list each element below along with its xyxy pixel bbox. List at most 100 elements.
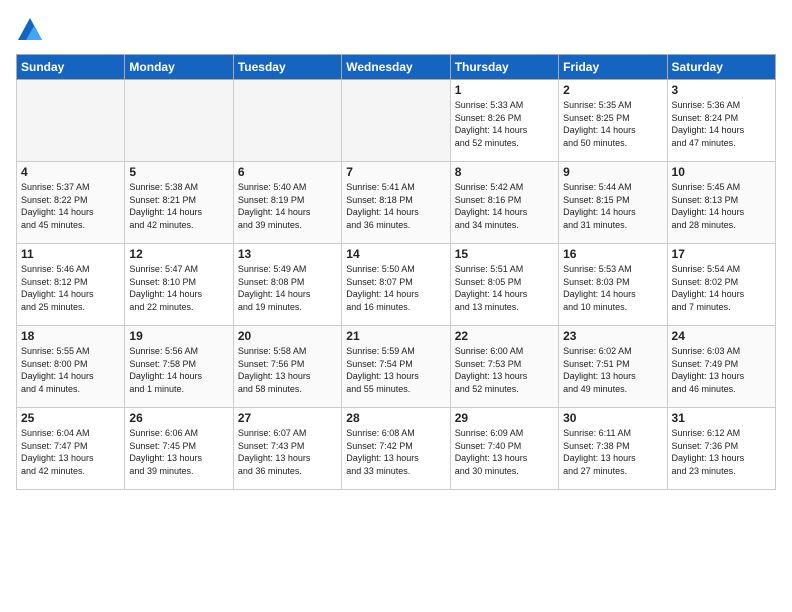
calendar-header-monday: Monday: [125, 55, 233, 80]
day-number: 14: [346, 247, 445, 261]
day-number: 22: [455, 329, 554, 343]
day-info: Sunrise: 6:12 AM Sunset: 7:36 PM Dayligh…: [672, 427, 771, 477]
logo-icon: [16, 16, 44, 44]
day-number: 6: [238, 165, 337, 179]
calendar-cell: 6 Sunrise: 5:40 AM Sunset: 8:19 PM Daylig…: [233, 162, 341, 244]
calendar-cell: [17, 80, 125, 162]
calendar-cell: 8Sunrise: 5:42 AM Sunset: 8:16 PM Daylig…: [450, 162, 558, 244]
day-info: Sunrise: 5:33 AM Sunset: 8:26 PM Dayligh…: [455, 99, 554, 149]
day-info: Sunrise: 5:50 AM Sunset: 8:07 PM Dayligh…: [346, 263, 445, 313]
calendar-header-friday: Friday: [559, 55, 667, 80]
day-info: Sunrise: 5:37 AM Sunset: 8:22 PM Dayligh…: [21, 181, 120, 231]
day-number: 31: [672, 411, 771, 425]
day-number: 25: [21, 411, 120, 425]
day-info: Sunrise: 5:40 AM Sunset: 8:19 PM Dayligh…: [238, 181, 337, 231]
calendar-cell: [233, 80, 341, 162]
day-info: Sunrise: 5:54 AM Sunset: 8:02 PM Dayligh…: [672, 263, 771, 313]
day-info: Sunrise: 5:45 AM Sunset: 8:13 PM Dayligh…: [672, 181, 771, 231]
day-info: Sunrise: 5:46 AM Sunset: 8:12 PM Dayligh…: [21, 263, 120, 313]
day-number: 26: [129, 411, 228, 425]
day-info: Sunrise: 5:41 AM Sunset: 8:18 PM Dayligh…: [346, 181, 445, 231]
calendar-table: SundayMondayTuesdayWednesdayThursdayFrid…: [16, 54, 776, 490]
calendar-cell: 17 Sunrise: 5:54 AM Sunset: 8:02 PM Dayli…: [667, 244, 775, 326]
day-number: 9: [563, 165, 662, 179]
day-number: 15: [455, 247, 554, 261]
calendar-cell: 7 Sunrise: 5:41 AM Sunset: 8:18 PM Daylig…: [342, 162, 450, 244]
day-number: 1: [455, 83, 554, 97]
day-info: Sunrise: 5:47 AM Sunset: 8:10 PM Dayligh…: [129, 263, 228, 313]
calendar-cell: 12Sunrise: 5:47 AM Sunset: 8:10 PM Dayli…: [125, 244, 233, 326]
day-number: 7: [346, 165, 445, 179]
day-number: 24: [672, 329, 771, 343]
calendar-cell: 13 Sunrise: 5:49 AM Sunset: 8:08 PM Dayli…: [233, 244, 341, 326]
calendar-cell: [125, 80, 233, 162]
calendar-cell: 2Sunrise: 5:35 AM Sunset: 8:25 PM Daylig…: [559, 80, 667, 162]
calendar-cell: 28 Sunrise: 6:08 AM Sunset: 7:42 PM Dayli…: [342, 408, 450, 490]
calendar-cell: 14 Sunrise: 5:50 AM Sunset: 8:07 PM Dayli…: [342, 244, 450, 326]
calendar-cell: 3Sunrise: 5:36 AM Sunset: 8:24 PM Daylig…: [667, 80, 775, 162]
day-info: Sunrise: 6:08 AM Sunset: 7:42 PM Dayligh…: [346, 427, 445, 477]
calendar-cell: 9 Sunrise: 5:44 AM Sunset: 8:15 PM Daylig…: [559, 162, 667, 244]
calendar-cell: 31 Sunrise: 6:12 AM Sunset: 7:36 PM Dayli…: [667, 408, 775, 490]
calendar-cell: 11Sunrise: 5:46 AM Sunset: 8:12 PM Dayli…: [17, 244, 125, 326]
day-info: Sunrise: 5:51 AM Sunset: 8:05 PM Dayligh…: [455, 263, 554, 313]
calendar-cell: 15 Sunrise: 5:51 AM Sunset: 8:05 PM Dayli…: [450, 244, 558, 326]
day-number: 19: [129, 329, 228, 343]
day-info: Sunrise: 6:03 AM Sunset: 7:49 PM Dayligh…: [672, 345, 771, 395]
calendar-week-1: 1 Sunrise: 5:33 AM Sunset: 8:26 PM Daylig…: [17, 80, 776, 162]
calendar-cell: 4 Sunrise: 5:37 AM Sunset: 8:22 PM Daylig…: [17, 162, 125, 244]
calendar-cell: 24 Sunrise: 6:03 AM Sunset: 7:49 PM Dayli…: [667, 326, 775, 408]
day-number: 27: [238, 411, 337, 425]
calendar-cell: 16 Sunrise: 5:53 AM Sunset: 8:03 PM Dayli…: [559, 244, 667, 326]
day-info: Sunrise: 6:00 AM Sunset: 7:53 PM Dayligh…: [455, 345, 554, 395]
day-number: 17: [672, 247, 771, 261]
calendar-header-row: SundayMondayTuesdayWednesdayThursdayFrid…: [17, 55, 776, 80]
calendar-cell: 21 Sunrise: 5:59 AM Sunset: 7:54 PM Dayli…: [342, 326, 450, 408]
day-info: Sunrise: 6:04 AM Sunset: 7:47 PM Dayligh…: [21, 427, 120, 477]
day-number: 10: [672, 165, 771, 179]
day-number: 13: [238, 247, 337, 261]
day-info: Sunrise: 5:35 AM Sunset: 8:25 PM Dayligh…: [563, 99, 662, 149]
day-number: 30: [563, 411, 662, 425]
day-number: 4: [21, 165, 120, 179]
day-info: Sunrise: 6:11 AM Sunset: 7:38 PM Dayligh…: [563, 427, 662, 477]
day-info: Sunrise: 6:02 AM Sunset: 7:51 PM Dayligh…: [563, 345, 662, 395]
calendar-cell: 23Sunrise: 6:02 AM Sunset: 7:51 PM Dayli…: [559, 326, 667, 408]
logo: [16, 16, 48, 44]
header: [16, 16, 776, 44]
calendar-header-wednesday: Wednesday: [342, 55, 450, 80]
day-number: 29: [455, 411, 554, 425]
day-number: 18: [21, 329, 120, 343]
day-number: 16: [563, 247, 662, 261]
day-info: Sunrise: 6:09 AM Sunset: 7:40 PM Dayligh…: [455, 427, 554, 477]
day-info: Sunrise: 5:58 AM Sunset: 7:56 PM Dayligh…: [238, 345, 337, 395]
calendar-cell: 26 Sunrise: 6:06 AM Sunset: 7:45 PM Dayli…: [125, 408, 233, 490]
day-info: Sunrise: 5:42 AM Sunset: 8:16 PM Dayligh…: [455, 181, 554, 231]
calendar-header-saturday: Saturday: [667, 55, 775, 80]
calendar-week-4: 18Sunrise: 5:55 AM Sunset: 8:00 PM Dayli…: [17, 326, 776, 408]
day-info: Sunrise: 6:07 AM Sunset: 7:43 PM Dayligh…: [238, 427, 337, 477]
day-number: 28: [346, 411, 445, 425]
day-info: Sunrise: 5:38 AM Sunset: 8:21 PM Dayligh…: [129, 181, 228, 231]
calendar-week-3: 11Sunrise: 5:46 AM Sunset: 8:12 PM Dayli…: [17, 244, 776, 326]
calendar-week-2: 4 Sunrise: 5:37 AM Sunset: 8:22 PM Daylig…: [17, 162, 776, 244]
calendar-cell: 10 Sunrise: 5:45 AM Sunset: 8:13 PM Dayli…: [667, 162, 775, 244]
day-info: Sunrise: 5:59 AM Sunset: 7:54 PM Dayligh…: [346, 345, 445, 395]
calendar-cell: 29 Sunrise: 6:09 AM Sunset: 7:40 PM Dayli…: [450, 408, 558, 490]
calendar-cell: 18Sunrise: 5:55 AM Sunset: 8:00 PM Dayli…: [17, 326, 125, 408]
day-number: 21: [346, 329, 445, 343]
calendar-header-sunday: Sunday: [17, 55, 125, 80]
day-info: Sunrise: 6:06 AM Sunset: 7:45 PM Dayligh…: [129, 427, 228, 477]
calendar-cell: 20Sunrise: 5:58 AM Sunset: 7:56 PM Dayli…: [233, 326, 341, 408]
calendar-cell: 19Sunrise: 5:56 AM Sunset: 7:58 PM Dayli…: [125, 326, 233, 408]
day-number: 5: [129, 165, 228, 179]
day-info: Sunrise: 5:44 AM Sunset: 8:15 PM Dayligh…: [563, 181, 662, 231]
day-info: Sunrise: 5:53 AM Sunset: 8:03 PM Dayligh…: [563, 263, 662, 313]
calendar-week-5: 25 Sunrise: 6:04 AM Sunset: 7:47 PM Dayli…: [17, 408, 776, 490]
calendar-header-tuesday: Tuesday: [233, 55, 341, 80]
calendar-cell: 27 Sunrise: 6:07 AM Sunset: 7:43 PM Dayli…: [233, 408, 341, 490]
calendar-cell: 30 Sunrise: 6:11 AM Sunset: 7:38 PM Dayli…: [559, 408, 667, 490]
calendar-cell: 25 Sunrise: 6:04 AM Sunset: 7:47 PM Dayli…: [17, 408, 125, 490]
day-info: Sunrise: 5:49 AM Sunset: 8:08 PM Dayligh…: [238, 263, 337, 313]
calendar-cell: 22 Sunrise: 6:00 AM Sunset: 7:53 PM Dayli…: [450, 326, 558, 408]
